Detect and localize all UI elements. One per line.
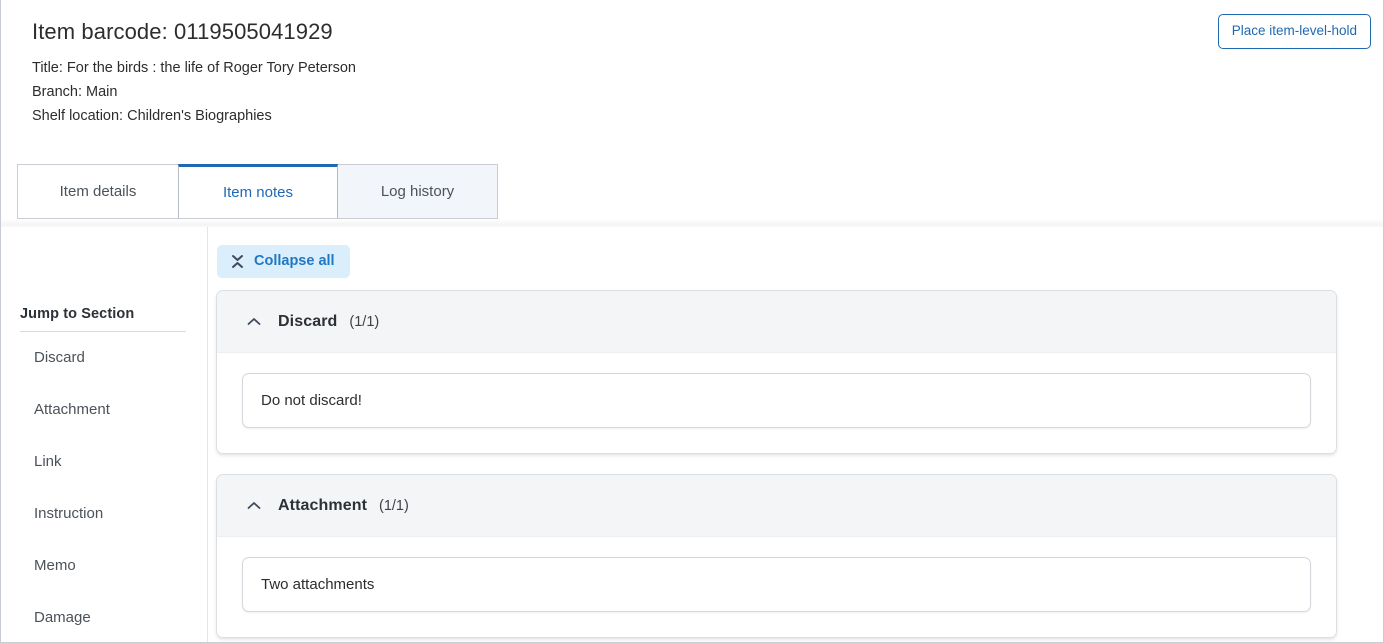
sidebar-item-discard[interactable]: Discard bbox=[1, 332, 207, 384]
note-text-discard: Do not discard! bbox=[242, 373, 1311, 428]
sidebar-list: Discard Attachment Link Instruction Memo… bbox=[1, 332, 207, 642]
sidebar-item-memo[interactable]: Memo bbox=[1, 540, 207, 592]
tab-item-notes-label: Item notes bbox=[222, 184, 294, 201]
sidebar-item-damage[interactable]: Damage bbox=[1, 592, 207, 642]
note-section-discard-body: Do not discard! bbox=[217, 353, 1336, 453]
jump-to-section-sidebar: Jump to Section Discard Attachment Link … bbox=[1, 227, 208, 642]
page-header: Item barcode: 0119505041929 Title: For t… bbox=[1, 0, 1383, 231]
tab-item-details-label: Item details bbox=[59, 183, 137, 200]
note-section-discard-header[interactable]: Discard (1/1) bbox=[217, 291, 1336, 353]
note-section-discard-count: (1/1) bbox=[349, 313, 380, 330]
item-branch-line: Branch: Main bbox=[32, 84, 118, 100]
sidebar-item-instruction[interactable]: Instruction bbox=[1, 488, 207, 540]
item-title-line: Title: For the birds : the life of Roger… bbox=[32, 60, 356, 76]
item-notes-page: Item barcode: 0119505041929 Title: For t… bbox=[0, 0, 1384, 643]
place-item-level-hold-button[interactable]: Place item-level-hold bbox=[1217, 14, 1371, 49]
note-section-discard: Discard (1/1) Do not discard! bbox=[216, 290, 1337, 454]
note-section-attachment-count: (1/1) bbox=[379, 497, 409, 514]
notes-body: Collapse all Jump to Section Discard Att… bbox=[1, 227, 1383, 642]
note-section-attachment: Attachment (1/1) Two attachments bbox=[216, 474, 1337, 638]
tab-item-notes[interactable]: Item notes bbox=[178, 164, 338, 219]
note-sections: Discard (1/1) Do not discard! Attachment… bbox=[216, 227, 1338, 642]
sidebar-item-link[interactable]: Link bbox=[1, 436, 207, 488]
item-shelf-location-line: Shelf location: Children's Biographies bbox=[32, 108, 272, 124]
note-section-attachment-header[interactable]: Attachment (1/1) bbox=[217, 475, 1336, 537]
tab-log-history[interactable]: Log history bbox=[338, 164, 498, 219]
tab-bar: Item details Item notes Log history bbox=[17, 164, 498, 219]
tab-item-details[interactable]: Item details bbox=[17, 164, 178, 219]
sidebar-item-attachment[interactable]: Attachment bbox=[1, 384, 207, 436]
page-title: Item barcode: 0119505041929 bbox=[32, 19, 333, 44]
chevron-up-icon bbox=[246, 498, 262, 514]
chevron-up-icon bbox=[246, 314, 262, 330]
note-section-attachment-body: Two attachments bbox=[217, 537, 1336, 637]
tab-log-history-label: Log history bbox=[380, 183, 455, 200]
note-text-attachment: Two attachments bbox=[242, 557, 1311, 612]
note-section-attachment-title: Attachment bbox=[278, 496, 368, 514]
note-section-discard-title: Discard bbox=[278, 312, 338, 330]
sidebar-heading: Jump to Section bbox=[20, 306, 135, 322]
